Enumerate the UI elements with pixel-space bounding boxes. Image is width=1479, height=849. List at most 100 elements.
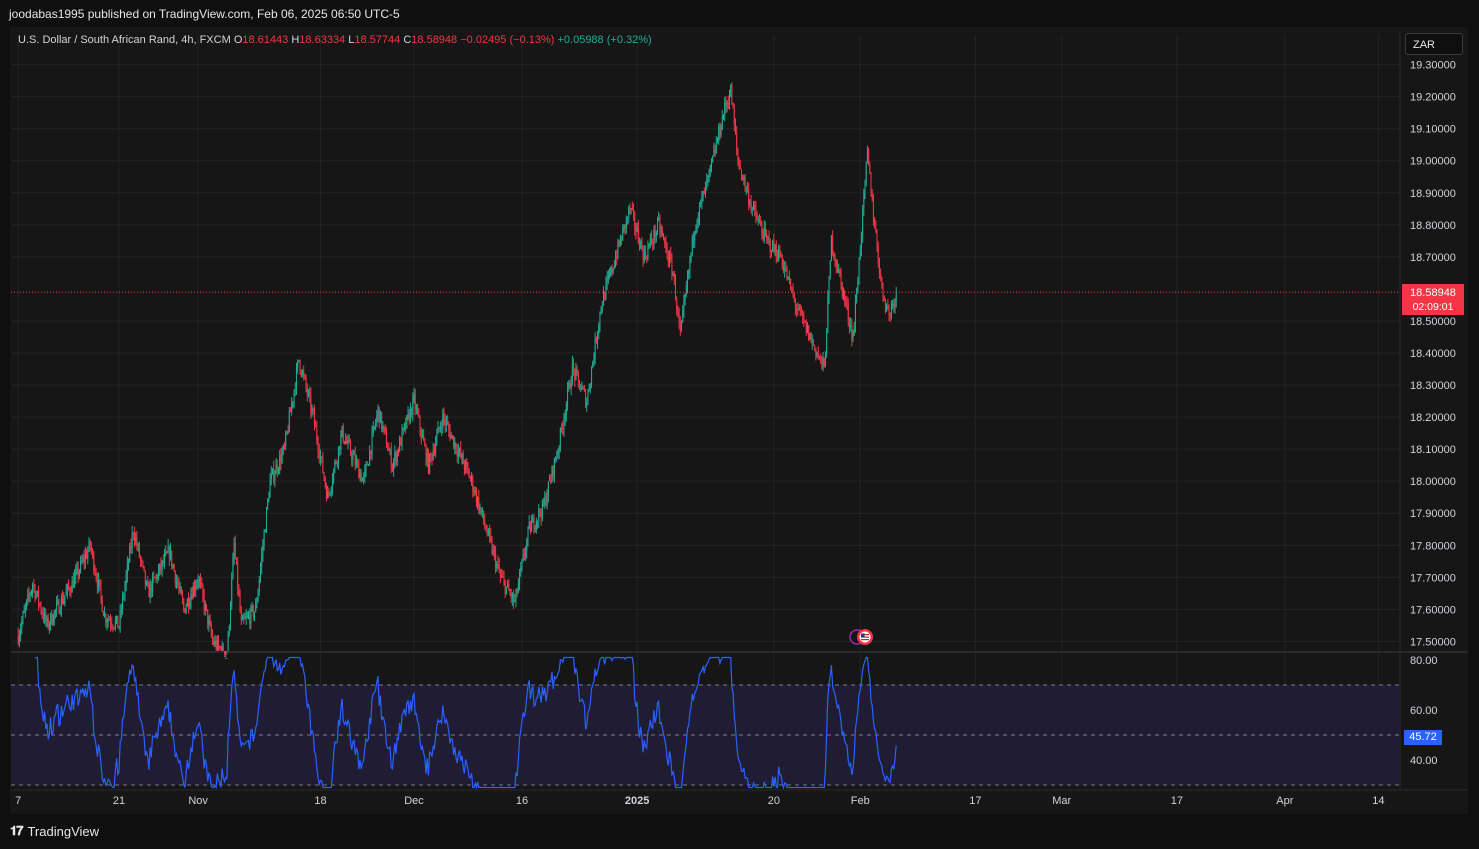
price-tick-label: 17.70000	[1410, 572, 1456, 584]
candle-body	[219, 646, 221, 649]
candle-body	[473, 491, 475, 493]
candle-body	[357, 461, 359, 464]
price-tick-label: 19.30000	[1410, 60, 1456, 72]
time-tick-label: 7	[15, 795, 21, 807]
candle-body	[307, 392, 309, 395]
candle-body	[177, 581, 179, 586]
candle-body	[839, 268, 841, 275]
candle-body	[746, 188, 748, 190]
candle-body	[173, 565, 175, 572]
candle-body	[17, 634, 19, 643]
candle-body	[371, 432, 373, 454]
candle-body	[768, 237, 770, 241]
candle-body	[778, 248, 780, 261]
last-price-label: 18.58948 02:09:01	[1402, 284, 1464, 315]
candle-body	[255, 604, 257, 612]
candle-body	[53, 611, 55, 623]
candle-body	[779, 248, 781, 257]
candle-body	[641, 241, 643, 249]
candle-body	[268, 497, 270, 500]
chart-canvas[interactable]: 19.30000 19.20000 19.10000 19.00000 18.90000…	[0, 0, 1479, 849]
candle-body	[864, 180, 866, 193]
candle-body	[324, 478, 326, 486]
candle-body	[251, 606, 253, 608]
symbol-name[interactable]: U.S. Dollar / South African Rand, 4h, FX…	[18, 34, 231, 46]
candle-body	[523, 554, 525, 557]
close-value: 18.58948	[411, 34, 458, 46]
candle-body	[120, 610, 122, 612]
candle-body	[592, 362, 594, 368]
candle-body	[769, 240, 771, 252]
candle-body	[209, 620, 211, 625]
candle-body	[581, 387, 583, 390]
price-tick-label: 18.50000	[1410, 316, 1456, 328]
candle-body	[301, 371, 303, 376]
candle-body	[507, 584, 509, 587]
candle-body	[890, 305, 892, 316]
candle-body	[188, 599, 190, 607]
candle-body	[521, 560, 523, 568]
candle-body	[226, 658, 228, 660]
candle-body	[237, 564, 239, 589]
candle-body	[728, 96, 730, 105]
footer-brand[interactable]: 𝟏𝟕 TradingView	[10, 823, 99, 839]
candle-body	[455, 442, 457, 452]
candle-body	[653, 229, 655, 244]
economic-event-icon[interactable]	[848, 628, 876, 646]
candle-body	[381, 412, 383, 429]
candle-body	[892, 303, 894, 306]
candle-body	[888, 307, 890, 314]
candle-body	[64, 595, 66, 600]
candle-body	[767, 237, 769, 239]
candle-body	[846, 303, 848, 305]
candle-body	[811, 340, 813, 343]
candle-body	[282, 445, 284, 453]
candle-body	[206, 604, 208, 610]
candle-body	[153, 576, 155, 578]
candle-body	[484, 521, 486, 527]
currency-button[interactable]: ZAR	[1405, 33, 1463, 55]
candle-body	[447, 421, 449, 425]
candle-body	[836, 266, 838, 272]
candle-body	[467, 465, 469, 471]
candle-body	[736, 133, 738, 148]
candle-body	[477, 497, 479, 504]
candle-body	[411, 407, 413, 415]
candle-body	[617, 241, 619, 259]
candle-body	[486, 531, 488, 535]
candle-body	[612, 268, 614, 273]
high-value: 18.63334	[299, 34, 346, 46]
candle-body	[196, 582, 198, 587]
candle-body	[895, 292, 897, 300]
candle-body	[529, 521, 531, 532]
candle-body	[809, 333, 811, 340]
candle-body	[727, 103, 729, 105]
candle-body	[126, 563, 128, 575]
candle-body	[378, 407, 380, 423]
candle-body	[517, 583, 519, 593]
candle-body	[648, 244, 650, 247]
candle-body	[131, 533, 133, 548]
candle-body	[201, 582, 203, 586]
candle-body	[69, 588, 71, 592]
candle-body	[826, 332, 828, 354]
candle-body	[681, 321, 683, 332]
candle-body	[707, 175, 709, 182]
candle-body	[116, 615, 118, 621]
candle-body	[688, 271, 690, 275]
candle-body	[40, 604, 42, 612]
candle-body	[361, 478, 363, 482]
candle-body	[391, 468, 393, 470]
candle-body	[784, 268, 786, 271]
candle-body	[587, 391, 589, 403]
candle-body	[310, 395, 312, 412]
candle-body	[637, 227, 639, 242]
candle-body	[676, 299, 678, 310]
candle-body	[74, 576, 76, 588]
candle-body	[672, 273, 674, 276]
candle-body	[136, 537, 138, 547]
candle-body	[62, 597, 64, 604]
candle-body	[337, 446, 339, 463]
candle-body	[708, 171, 710, 176]
candle-body	[354, 454, 356, 465]
